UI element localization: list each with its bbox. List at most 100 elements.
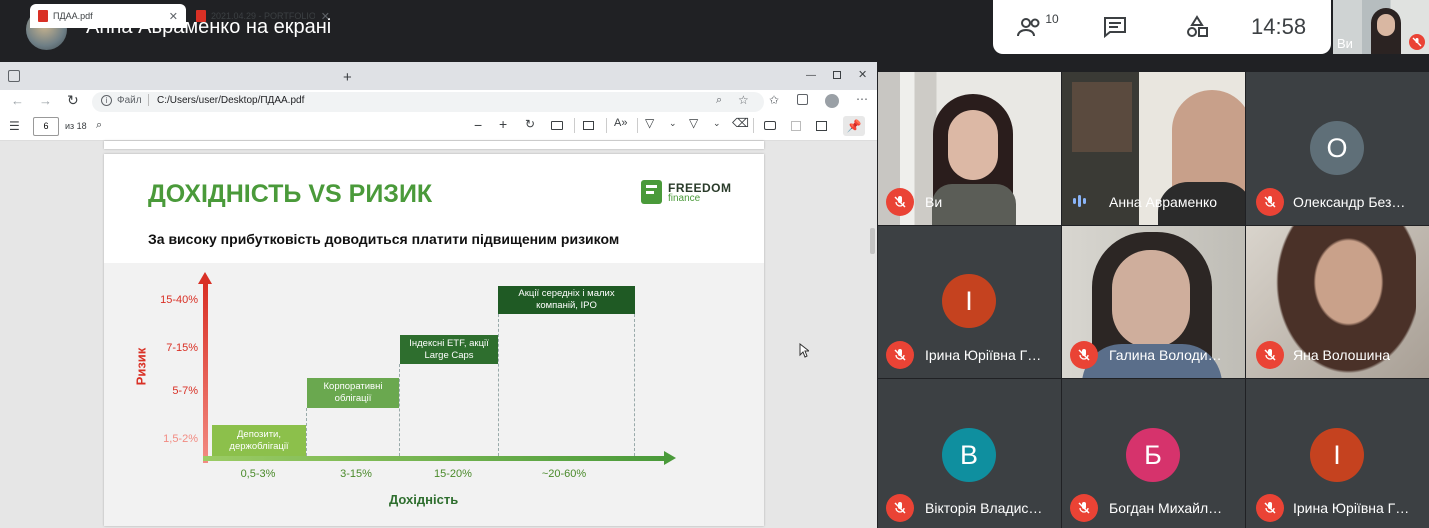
back-icon[interactable]: ←: [11, 93, 24, 108]
pin-toolbar-icon[interactable]: 📌: [843, 116, 865, 136]
favorites-icon[interactable]: ✩: [769, 93, 779, 107]
save-as-icon[interactable]: [816, 121, 827, 131]
people-icon: [1017, 18, 1040, 37]
meeting-clock: 14:58: [1251, 14, 1307, 39]
slide-subtitle: За високу прибутковість доводиться плати…: [148, 231, 620, 247]
minimize-button[interactable]: —: [806, 70, 816, 81]
zoom-out-icon[interactable]: −: [474, 117, 482, 133]
freedom-finance-logo-mark: [641, 180, 662, 204]
x-tick-label: 0,5-3%: [240, 468, 276, 480]
participant-name: Галина Володи…: [1109, 347, 1222, 363]
asset-box-corporate-bonds: Корпоративні облігації: [307, 378, 399, 408]
draw-icon[interactable]: ▽: [645, 116, 654, 130]
participant-avatar-initial: І: [942, 274, 996, 328]
speaking-indicator-icon: [1073, 195, 1086, 207]
step-guide-line: [399, 364, 400, 456]
add-favorite-icon[interactable]: ☆: [738, 93, 749, 107]
step-guide-line: [634, 314, 635, 456]
rotate-icon[interactable]: ↻: [525, 117, 535, 131]
mic-off-icon: [1256, 188, 1284, 216]
shapes-icon: [1187, 15, 1208, 37]
chat-icon: [1104, 17, 1126, 38]
print-icon[interactable]: [764, 121, 776, 130]
asset-box-deposits: Депозити, держоблігації: [212, 425, 306, 456]
page-view-icon[interactable]: [583, 121, 594, 130]
self-view-label: Ви: [1337, 36, 1353, 51]
chat-button[interactable]: [1098, 12, 1132, 42]
tab-portfolio-maker[interactable]: 2021.04.29 - PORTFOLIO MAKER ✕: [188, 4, 338, 28]
highlight-icon[interactable]: ▽: [689, 116, 698, 130]
tab-label: 2021.04.29 - PORTFOLIO MAKER: [211, 11, 315, 21]
y-tick-label: 5-7%: [172, 385, 198, 397]
read-aloud-icon[interactable]: A»: [614, 117, 627, 129]
participant-name: Богдан Михайл…: [1109, 500, 1223, 516]
participant-name: Олександр Без…: [1293, 194, 1406, 210]
tab-label: ПДАА.pdf: [53, 11, 93, 21]
mic-off-icon: [886, 341, 914, 369]
x-axis-label: Дохідність: [389, 492, 459, 507]
url-scheme-label: Файл: [117, 95, 142, 106]
mic-off-icon: [1256, 494, 1284, 522]
participant-name: Яна Волошина: [1293, 347, 1391, 363]
fit-page-icon[interactable]: [551, 121, 563, 130]
mic-off-icon: [1070, 341, 1098, 369]
y-tick-label: 1,5-2%: [163, 433, 198, 445]
asset-box-small-caps: Акції середніх і малих компаній, IPO: [498, 286, 635, 314]
forward-icon[interactable]: →: [39, 93, 52, 108]
save-icon[interactable]: [791, 121, 801, 131]
mic-off-icon: [886, 494, 914, 522]
logo-text-finance: finance: [668, 193, 701, 204]
close-tab-icon[interactable]: ✕: [321, 10, 330, 23]
participant-name: Ви: [925, 194, 943, 210]
page-number-input[interactable]: 6: [33, 117, 59, 136]
contents-icon[interactable]: ☰: [9, 119, 20, 133]
x-tick-label: ~20-60%: [541, 468, 587, 480]
mic-off-icon: [1070, 494, 1098, 522]
participant-name: Вікторія Владис…: [925, 500, 1043, 516]
eraser-icon[interactable]: ⌫: [732, 116, 749, 130]
restore-button[interactable]: [833, 71, 841, 79]
zoom-in-icon[interactable]: +: [499, 116, 507, 132]
chevron-down-icon[interactable]: ⌄: [669, 118, 677, 129]
people-button[interactable]: 10: [1016, 12, 1060, 42]
mic-off-icon: [1256, 341, 1284, 369]
participant-name: Ірина Юріївна Г…: [925, 347, 1042, 363]
tab-actions-icon[interactable]: [8, 70, 20, 82]
profile-avatar[interactable]: [825, 94, 839, 108]
collections-icon[interactable]: [797, 94, 808, 105]
pdf-file-icon: [38, 10, 48, 22]
x-tick-label: 15-20%: [434, 468, 472, 480]
activities-button[interactable]: [1180, 12, 1214, 42]
toolbar-divider: [753, 118, 754, 133]
refresh-icon[interactable]: ↻: [67, 92, 79, 109]
participants-count: 10: [1045, 12, 1059, 26]
x-axis-arrow: [203, 456, 665, 461]
toolbar-divider: [606, 118, 607, 133]
x-tick-label: 3-15%: [340, 468, 372, 480]
new-tab-button[interactable]: +: [343, 69, 352, 86]
asset-box-etf: Індексні ETF, акції Large Caps: [400, 335, 498, 364]
participant-avatar-initial: І: [1310, 428, 1364, 482]
more-menu-icon[interactable]: ⋯: [856, 92, 868, 106]
close-window-button[interactable]: ✕: [858, 68, 867, 81]
participant-name: Ірина Юріївна Г…: [1293, 500, 1410, 516]
pdf-file-icon: [196, 10, 206, 22]
zoom-icon[interactable]: ⌕: [716, 94, 722, 107]
pdf-scrollbar[interactable]: [870, 228, 875, 254]
slide-title: ДОХІДНІСТЬ VS РИЗИК: [148, 180, 433, 208]
tab-pdaa[interactable]: ПДАА.pdf ✕: [30, 4, 186, 28]
x-axis-arrowhead: [664, 451, 676, 465]
y-axis-arrowhead: [198, 272, 212, 284]
close-tab-icon[interactable]: ✕: [169, 10, 178, 23]
participant-avatar-initial: Б: [1126, 428, 1180, 482]
page-total-label: из 18: [65, 121, 87, 131]
info-icon[interactable]: i: [101, 95, 112, 106]
participant-name: Анна Авраменко: [1109, 194, 1218, 210]
chevron-down-icon[interactable]: ⌄: [713, 118, 721, 129]
url-divider: [148, 94, 149, 106]
mic-off-icon: [886, 188, 914, 216]
search-icon[interactable]: ⌕: [96, 119, 102, 132]
y-tick-label: 7-15%: [166, 342, 198, 354]
mouse-cursor-icon: [799, 343, 809, 358]
toolbar-divider: [574, 118, 575, 133]
